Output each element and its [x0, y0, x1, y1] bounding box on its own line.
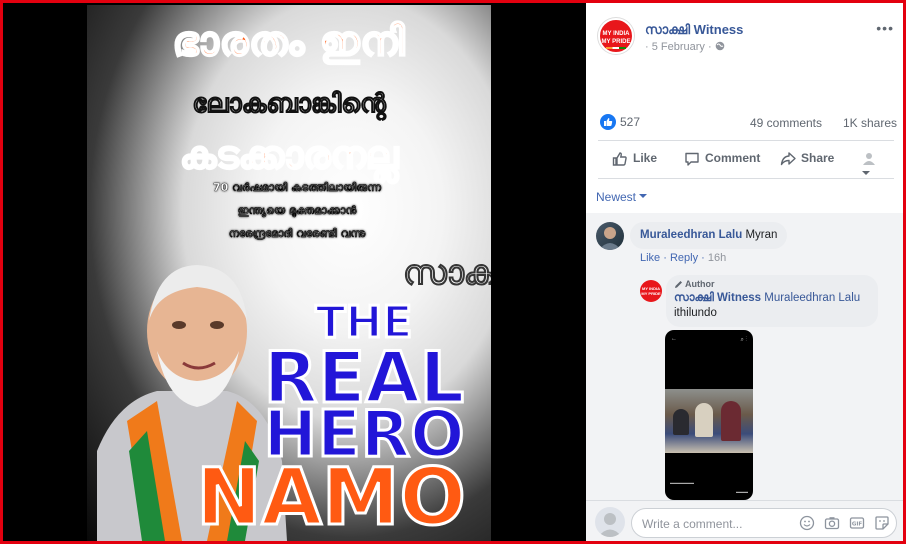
comment-like-link[interactable]: Like — [640, 252, 660, 264]
like-reaction-icon[interactable] — [600, 114, 616, 130]
reply-mention[interactable]: Muraleedhran Lalu — [764, 292, 860, 304]
share-button[interactable]: Share — [780, 151, 834, 167]
current-user-avatar[interactable] — [595, 507, 625, 537]
camera-icon[interactable] — [824, 515, 840, 531]
comment-text: Myran — [745, 229, 778, 241]
poster-title-line1: ഭാരതം ഇനി — [172, 18, 406, 66]
pencil-icon — [675, 281, 682, 289]
comment-reply-link[interactable]: Reply — [670, 252, 698, 264]
poster-title-line3: കടക്കാരനല്ല — [179, 132, 399, 178]
page-name-link[interactable]: സാക്ഷി Witness — [645, 22, 743, 38]
gif-icon[interactable]: GIF — [849, 515, 865, 531]
like-button-label: Like — [633, 151, 658, 166]
poster-subtitle-line2: ഇന്ത്യയെ മുക്തമാക്കാൻ — [237, 204, 357, 217]
shares-count[interactable]: 1K shares — [843, 116, 897, 130]
phone-toolbar-icons: ⌕ ⋮ — [740, 337, 747, 343]
post-meta-separator: · — [645, 41, 649, 53]
comment-composer: Write a comment... GIF — [586, 500, 906, 544]
reply-avatar-text: MY INDIA MY PRIDE — [641, 286, 661, 296]
post-meta: · 5 February · — [645, 41, 725, 53]
like-button[interactable]: Like — [612, 151, 657, 167]
profile-silhouette-icon — [863, 152, 875, 165]
sticker-icon[interactable] — [874, 515, 890, 531]
comment-sort-label: Newest — [596, 190, 637, 204]
svg-text:GIF: GIF — [852, 522, 863, 528]
comment-timestamp[interactable]: 16h — [708, 252, 726, 264]
photo-viewer[interactable]: ഭാരതം ഇനി ലോകബാങ്കിന്റെ കടക്കാരനല്ല 70 വ… — [0, 0, 586, 544]
post-stats: 527 49 comments 1K shares — [598, 112, 898, 132]
reply-text: ithilundo — [674, 307, 717, 319]
comment-sort-dropdown[interactable]: Newest — [596, 190, 648, 204]
screenshot-caption-lines: ▬▬▬ — [736, 489, 748, 494]
tricolor-stripe — [606, 47, 626, 49]
post-details-panel: MY INDIA MY PRIDE സാക്ഷി Witness · 5 Feb… — [586, 0, 906, 544]
poster-hero-namo: NAMO — [195, 453, 468, 541]
caret-down-icon — [862, 170, 870, 175]
thumbs-up-icon — [612, 152, 627, 166]
reply-attached-screenshot[interactable]: ← ⌕ ⋮ ▬▬▬▬▬▬ ▬▬▬ — [665, 330, 753, 500]
audience-selector[interactable] — [862, 150, 894, 179]
commenter-avatar[interactable] — [596, 222, 624, 250]
globe-icon[interactable] — [715, 41, 725, 51]
author-badge-label: Author — [685, 279, 715, 289]
poster-watermark-logo: സാക്ഷി — [403, 253, 492, 294]
author-badge: Author — [674, 279, 715, 289]
comment-button[interactable]: Comment — [684, 151, 760, 167]
comment-bubble: Muraleedhran Lalu Myran — [630, 222, 788, 249]
screenshot-photo — [665, 389, 753, 453]
post-image[interactable]: ഭാരതം ഇനി ലോകബാങ്കിന്റെ കടക്കാരനല്ല 70 വ… — [87, 5, 491, 541]
caret-down-icon — [639, 194, 648, 198]
more-options-button[interactable]: ••• — [876, 20, 894, 36]
post-actions: Like Comment Share — [598, 142, 894, 176]
comment-author[interactable]: Muraleedhran Lalu — [640, 229, 742, 241]
comments-count[interactable]: 49 comments — [750, 116, 822, 130]
poster-subtitle-line3: നരേന്ദ്രമോദി വരേണ്ടി വന്നു — [228, 227, 366, 240]
speech-bubble-icon — [685, 152, 699, 166]
divider — [598, 178, 894, 179]
screenshot-caption-lines: ▬▬▬▬▬▬ — [670, 480, 694, 485]
comment-button-label: Comment — [705, 151, 761, 166]
share-button-label: Share — [801, 151, 835, 166]
share-arrow-icon — [780, 152, 796, 166]
reactions-count[interactable]: 527 — [620, 115, 640, 129]
poster-subtitle-line1: 70 വർഷമായി കടത്തിലായിരുന്ന — [213, 181, 381, 194]
page-avatar-text: MY INDIA MY PRIDE — [601, 31, 631, 45]
post-date[interactable]: 5 February — [652, 41, 705, 53]
comment-actions: Like · Reply · 16h — [640, 252, 727, 264]
post-header: MY INDIA MY PRIDE സാക്ഷി Witness · 5 Feb… — [598, 18, 898, 58]
divider — [598, 140, 894, 141]
poster-title-line2: ലോകബാങ്കിന്റെ — [192, 89, 386, 120]
emoji-icon[interactable] — [799, 515, 815, 531]
reply-author-avatar[interactable]: MY INDIA MY PRIDE — [640, 280, 662, 302]
post-meta-separator: · — [708, 41, 712, 53]
reply-author[interactable]: സാക്ഷി Witness — [674, 292, 761, 304]
back-arrow-icon: ← — [671, 336, 677, 342]
page-avatar[interactable]: MY INDIA MY PRIDE — [598, 18, 634, 54]
